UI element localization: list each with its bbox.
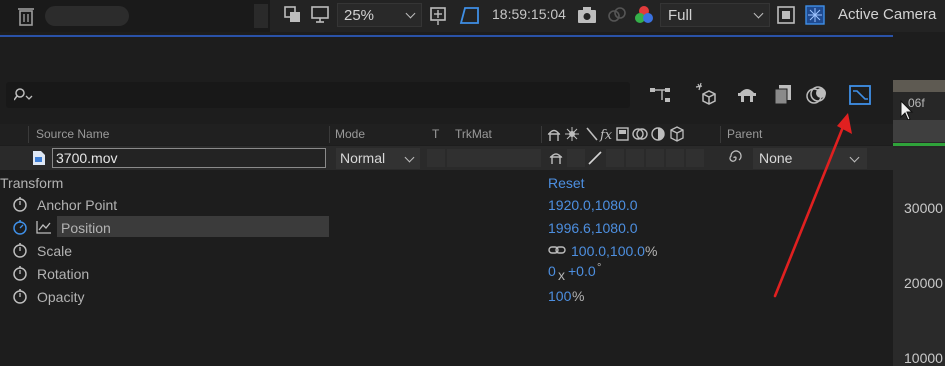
stopwatch-icon[interactable]	[12, 242, 28, 258]
viewer-left-area	[0, 0, 270, 32]
footage-file-icon	[33, 151, 45, 165]
t-header[interactable]: T	[432, 127, 439, 141]
graph-tick-label: 10000	[904, 350, 943, 366]
trkmat-header[interactable]: TrkMat	[455, 127, 492, 141]
scale-label: Scale	[37, 243, 73, 259]
transform-reset-link[interactable]: Reset	[548, 175, 585, 191]
rotation-revolutions-value[interactable]: 0	[548, 263, 556, 279]
layer-name-field[interactable]: 3700.mov	[52, 148, 326, 168]
chevron-down-icon	[405, 8, 416, 19]
color-channels-icon[interactable]	[633, 4, 655, 26]
preserve-transparency-checkbox[interactable]	[427, 149, 445, 167]
motion-blur-icon[interactable]	[805, 84, 829, 106]
shy-switch-icon[interactable]	[548, 150, 564, 166]
draft-3d-icon[interactable]	[694, 82, 718, 106]
rotation-degrees-unit: °	[597, 262, 602, 274]
mouse-cursor-icon	[900, 100, 914, 121]
layer-switches-header-icons: fx	[547, 126, 684, 143]
anchor-point-label: Anchor Point	[37, 197, 118, 213]
choose-grid-icon[interactable]	[428, 4, 450, 26]
opacity-label: Opacity	[37, 289, 85, 305]
anchor-point-value[interactable]: 1920.0,1080.0	[548, 197, 638, 213]
active-camera-label[interactable]: Active Camera	[838, 6, 936, 23]
quality-switch-icon[interactable]	[587, 150, 603, 166]
motion-blur-switch[interactable]	[646, 149, 664, 167]
3d-layer-switch[interactable]	[686, 149, 704, 167]
graph-editor-icon[interactable]	[848, 84, 872, 106]
graph-toggle-icon[interactable]	[36, 220, 52, 234]
composition-flowchart-icon[interactable]	[648, 84, 674, 106]
parent-header[interactable]: Parent	[727, 127, 762, 141]
rotation-degrees-value[interactable]: +0.0	[568, 263, 596, 279]
hide-shy-layers-icon[interactable]	[736, 84, 758, 104]
mode-header[interactable]: Mode	[335, 127, 365, 141]
column-divider	[720, 126, 721, 143]
viewer-tab-pill[interactable]	[45, 6, 129, 26]
work-area-bar[interactable]	[893, 80, 945, 92]
opacity-unit: %	[572, 288, 585, 304]
stopwatch-icon[interactable]	[12, 196, 28, 212]
graph-editor-area[interactable]	[893, 148, 945, 366]
frame-blending-switch[interactable]	[626, 149, 644, 167]
snapshot-layers-icon[interactable]	[283, 5, 303, 25]
resolution-dropdown[interactable]: Full	[660, 3, 770, 27]
magnification-value: 25%	[344, 7, 375, 24]
column-divider	[329, 126, 330, 143]
source-name-header[interactable]: Source Name	[36, 127, 109, 141]
transform-group-label[interactable]: Transform	[0, 175, 63, 191]
column-divider	[28, 126, 29, 143]
rotation-label: Rotation	[37, 266, 90, 282]
effect-switch[interactable]	[606, 149, 624, 167]
chevron-down-icon	[404, 152, 415, 163]
collapse-switch[interactable]	[567, 149, 585, 167]
camera-icon[interactable]	[577, 6, 597, 24]
resolution-value: Full	[668, 7, 693, 24]
svg-text:fx: fx	[599, 128, 613, 143]
in-out-bar	[893, 143, 945, 146]
graph-tick-label: 20000	[904, 275, 943, 291]
show-snapshot-icon[interactable]	[606, 5, 628, 25]
opacity-value[interactable]: 100	[548, 288, 571, 304]
position-label: Position	[61, 220, 111, 236]
rotation-revolutions-unit: x	[558, 267, 565, 283]
layer-name: 3700.mov	[56, 150, 118, 166]
transparency-grid-icon[interactable]	[458, 4, 480, 26]
track-matte-dropdown[interactable]	[447, 149, 541, 167]
search-icon	[14, 88, 33, 101]
graph-tick-label: 30000	[904, 200, 943, 216]
blend-mode-dropdown[interactable]: Normal	[336, 148, 420, 169]
position-value[interactable]: 1996.6,1080.0	[548, 220, 638, 236]
column-divider	[541, 126, 542, 143]
magnification-dropdown[interactable]: 25%	[337, 3, 422, 27]
constrain-proportions-icon[interactable]	[548, 245, 566, 255]
blend-mode-value: Normal	[340, 150, 386, 166]
trash-icon[interactable]	[18, 6, 34, 26]
current-time[interactable]: 18:59:15:04	[492, 6, 566, 22]
chevron-down-icon	[753, 8, 764, 19]
toolbar-divider	[254, 4, 268, 28]
monitor-icon[interactable]	[310, 4, 330, 24]
frame-blending-icon[interactable]	[772, 83, 794, 105]
stopwatch-icon[interactable]	[12, 265, 28, 281]
stopwatch-active-icon[interactable]	[12, 219, 28, 235]
stopwatch-icon[interactable]	[12, 288, 28, 304]
pick-whip-icon[interactable]	[726, 150, 742, 166]
search-input[interactable]	[6, 82, 630, 108]
layer-duration-bar[interactable]	[893, 120, 945, 142]
scale-value[interactable]: 100.0,100.0	[571, 243, 645, 259]
adjustment-layer-switch[interactable]	[666, 149, 684, 167]
viewer-toolbar: 25% 18:59:15:04 Full Active Camera	[0, 0, 945, 32]
region-of-interest-icon[interactable]	[776, 5, 796, 25]
scale-unit: %	[645, 243, 658, 259]
annotation-arrow	[773, 113, 852, 298]
panel-focus-line	[0, 35, 893, 37]
fast-previews-icon[interactable]	[804, 4, 826, 26]
